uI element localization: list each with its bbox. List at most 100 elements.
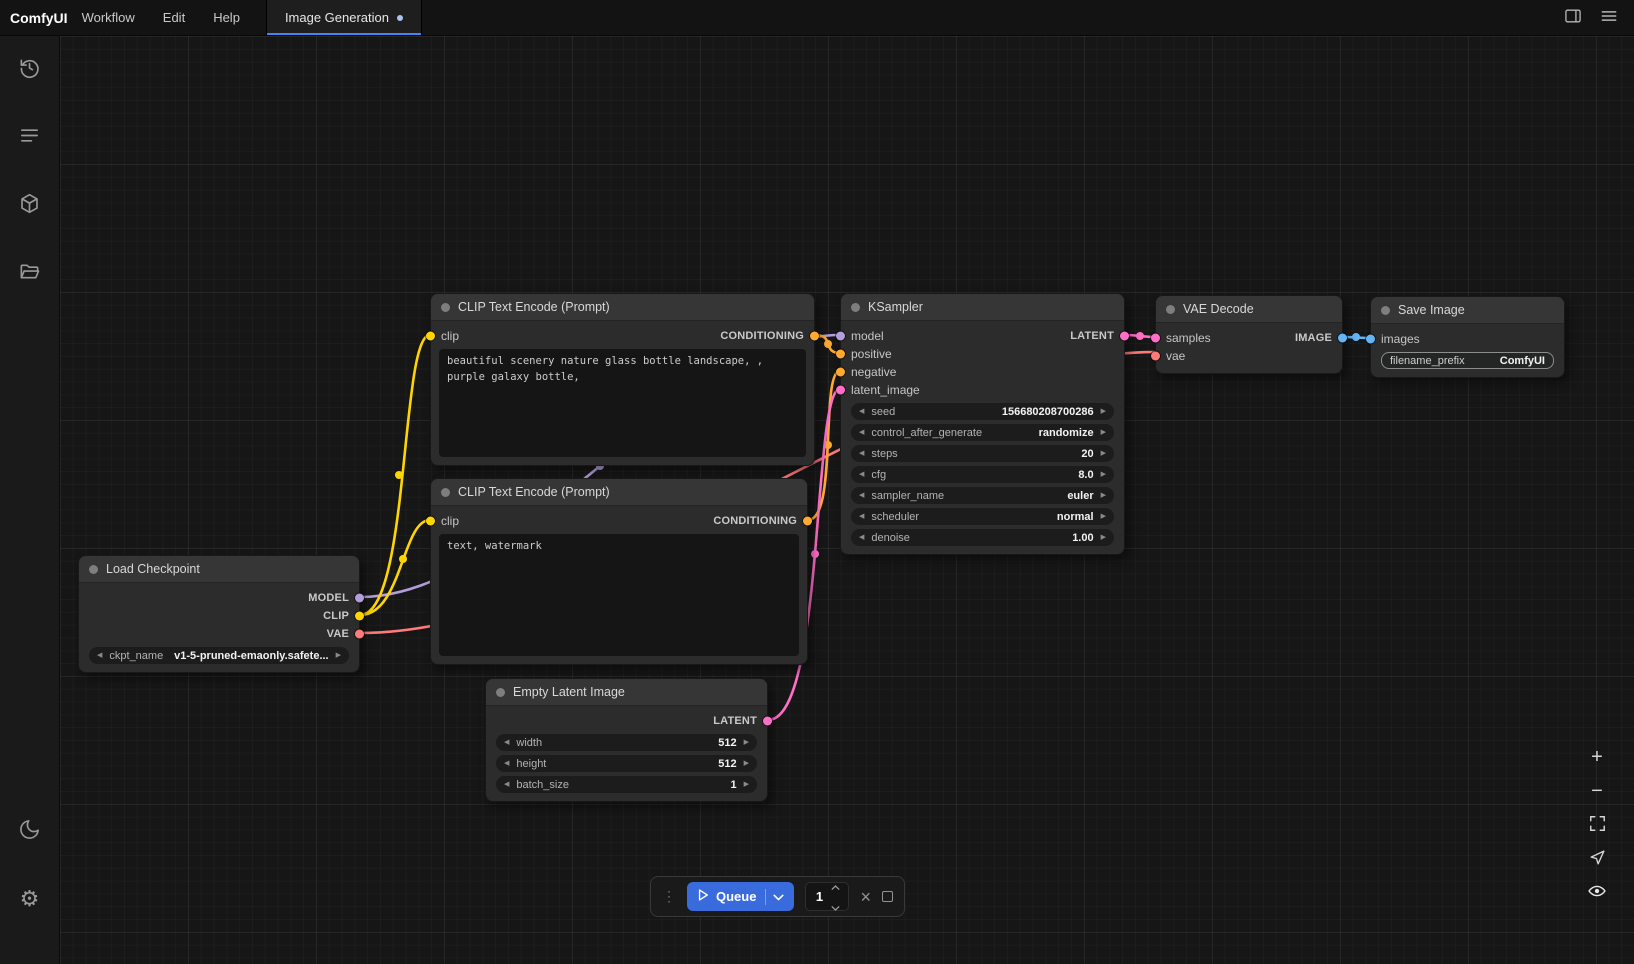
workflows-button[interactable] [12, 258, 48, 288]
increment-arrow-icon[interactable]: ▶ [744, 781, 749, 788]
decrement-arrow-icon[interactable]: ◀ [504, 739, 509, 746]
queue-history-button[interactable] [12, 54, 48, 84]
increment-arrow-icon[interactable]: ▶ [744, 760, 749, 767]
tab-image-generation[interactable]: Image Generation [266, 0, 422, 35]
input-port-clip[interactable] [426, 517, 435, 526]
widget-seed[interactable]: ◀ seed 156680208700286 ▶ [851, 403, 1114, 420]
output-port-clip[interactable] [355, 612, 364, 621]
input-port-latent-image[interactable] [836, 386, 845, 395]
increment-arrow-icon[interactable]: ▶ [1101, 450, 1106, 457]
increment-arrow-icon[interactable]: ▶ [1101, 492, 1106, 499]
prompt-textarea[interactable]: text, watermark [439, 534, 799, 656]
panel-toggle-button[interactable] [1558, 4, 1588, 32]
node-library-button[interactable] [12, 122, 48, 152]
output-port-image[interactable] [1338, 334, 1347, 343]
model-library-button[interactable] [12, 190, 48, 220]
node-load-checkpoint[interactable]: Load Checkpoint MODEL CLIP [78, 555, 360, 673]
input-port-vae[interactable] [1151, 352, 1160, 361]
decrement-arrow-icon[interactable]: ◀ [859, 450, 864, 457]
increment-arrow-icon[interactable]: ▶ [1101, 471, 1106, 478]
collapse-dot[interactable] [1381, 306, 1390, 315]
widget-width[interactable]: ◀ width 512 ▶ [496, 734, 757, 751]
main-menu-button[interactable] [1594, 4, 1624, 32]
node-header[interactable]: CLIP Text Encode (Prompt) [431, 294, 814, 321]
increment-arrow-icon[interactable]: ▶ [1101, 534, 1106, 541]
increment-batch-button[interactable] [831, 877, 840, 895]
output-port-vae[interactable] [355, 630, 364, 639]
select-mode-button[interactable] [1584, 847, 1610, 871]
chevron-down-icon[interactable] [773, 889, 784, 904]
settings-button[interactable]: ⚙ [12, 884, 48, 914]
toolbar-drag-handle[interactable]: ⋮ [662, 888, 676, 905]
link-image-midpoint[interactable] [1352, 333, 1360, 341]
input-port-samples[interactable] [1151, 334, 1160, 343]
input-port-model[interactable] [836, 332, 845, 341]
widget-cfg[interactable]: ◀ cfg 8.0 ▶ [851, 466, 1114, 483]
input-port-images[interactable] [1366, 335, 1375, 344]
widget-height[interactable]: ◀ height 512 ▶ [496, 755, 757, 772]
decrement-arrow-icon[interactable]: ◀ [859, 429, 864, 436]
input-port-clip[interactable] [426, 332, 435, 341]
input-port-negative[interactable] [836, 368, 845, 377]
link-latent-out-midpoint[interactable] [1136, 332, 1144, 340]
decrement-arrow-icon[interactable]: ◀ [504, 781, 509, 788]
node-header[interactable]: Load Checkpoint [79, 556, 359, 583]
decrement-arrow-icon[interactable]: ◀ [859, 513, 864, 520]
widget-scheduler[interactable]: ◀ scheduler normal ▶ [851, 508, 1114, 525]
graph-canvas[interactable]: Load Checkpoint MODEL CLIP [60, 36, 1634, 964]
zoom-in-button[interactable]: + [1584, 745, 1610, 769]
node-ksampler[interactable]: KSampler model LATENT [840, 293, 1125, 555]
node-header[interactable]: CLIP Text Encode (Prompt) [431, 479, 807, 506]
queue-button[interactable]: Queue [687, 882, 794, 911]
widget-sampler-name[interactable]: ◀ sampler_name euler ▶ [851, 487, 1114, 504]
widget-ckpt-name[interactable]: ◀ ckpt_name v1-5-pruned-emaonly.safete..… [89, 647, 349, 664]
node-header[interactable]: VAE Decode [1156, 296, 1342, 323]
increment-arrow-icon[interactable]: ▶ [1101, 513, 1106, 520]
theme-toggle-button[interactable] [12, 816, 48, 846]
increment-arrow-icon[interactable]: ▶ [744, 739, 749, 746]
increment-arrow-icon[interactable]: ▶ [336, 652, 341, 659]
fit-view-button[interactable] [1584, 813, 1610, 837]
decrement-arrow-icon[interactable]: ◀ [97, 652, 102, 659]
widget-steps[interactable]: ◀ steps 20 ▶ [851, 445, 1114, 462]
node-vae-decode[interactable]: VAE Decode samples IMAGE [1155, 295, 1343, 374]
collapse-dot[interactable] [1166, 305, 1175, 314]
widget-batch-size[interactable]: ◀ batch_size 1 ▶ [496, 776, 757, 793]
output-port-conditioning[interactable] [803, 517, 812, 526]
widget-denoise[interactable]: ◀ denoise 1.00 ▶ [851, 529, 1114, 546]
prompt-textarea[interactable]: beautiful scenery nature glass bottle la… [439, 349, 806, 457]
stop-button[interactable] [882, 891, 893, 902]
toggle-link-visibility-button[interactable] [1584, 881, 1610, 905]
input-port-positive[interactable] [836, 350, 845, 359]
output-port-latent[interactable] [763, 717, 772, 726]
node-header[interactable]: Empty Latent Image [486, 679, 767, 706]
decrement-arrow-icon[interactable]: ◀ [859, 534, 864, 541]
decrement-arrow-icon[interactable]: ◀ [859, 408, 864, 415]
node-header[interactable]: Save Image [1371, 297, 1564, 324]
collapse-dot[interactable] [496, 688, 505, 697]
increment-arrow-icon[interactable]: ▶ [1101, 429, 1106, 436]
output-port-latent[interactable] [1120, 332, 1129, 341]
link-clip-positive-midpoint[interactable] [395, 471, 403, 479]
widget-control-after-generate[interactable]: ◀ control_after_generate randomize ▶ [851, 424, 1114, 441]
output-port-conditioning[interactable] [810, 332, 819, 341]
collapse-dot[interactable] [851, 303, 860, 312]
output-port-model[interactable] [355, 594, 364, 603]
collapse-dot[interactable] [441, 488, 450, 497]
node-empty-latent-image[interactable]: Empty Latent Image LATENT ◀ width 512 ▶ [485, 678, 768, 802]
menu-help[interactable]: Help [213, 10, 240, 25]
link-clip-negative-midpoint[interactable] [399, 555, 407, 563]
widget-filename-prefix[interactable]: filename_prefix ComfyUI [1381, 352, 1554, 369]
link-latent-in-midpoint[interactable] [811, 550, 819, 558]
node-save-image[interactable]: Save Image images filename_prefix ComfyU… [1370, 296, 1565, 378]
decrement-arrow-icon[interactable]: ◀ [859, 471, 864, 478]
link-conditioning-positive-midpoint[interactable] [824, 340, 832, 348]
batch-count-input[interactable]: 1 [805, 882, 849, 911]
decrement-arrow-icon[interactable]: ◀ [504, 760, 509, 767]
decrement-batch-button[interactable] [831, 898, 840, 916]
zoom-out-button[interactable]: − [1584, 779, 1610, 803]
node-clip-text-encode-positive[interactable]: CLIP Text Encode (Prompt) clip CONDITION… [430, 293, 815, 466]
increment-arrow-icon[interactable]: ▶ [1101, 408, 1106, 415]
menu-workflow[interactable]: Workflow [82, 10, 135, 25]
menu-edit[interactable]: Edit [163, 10, 185, 25]
